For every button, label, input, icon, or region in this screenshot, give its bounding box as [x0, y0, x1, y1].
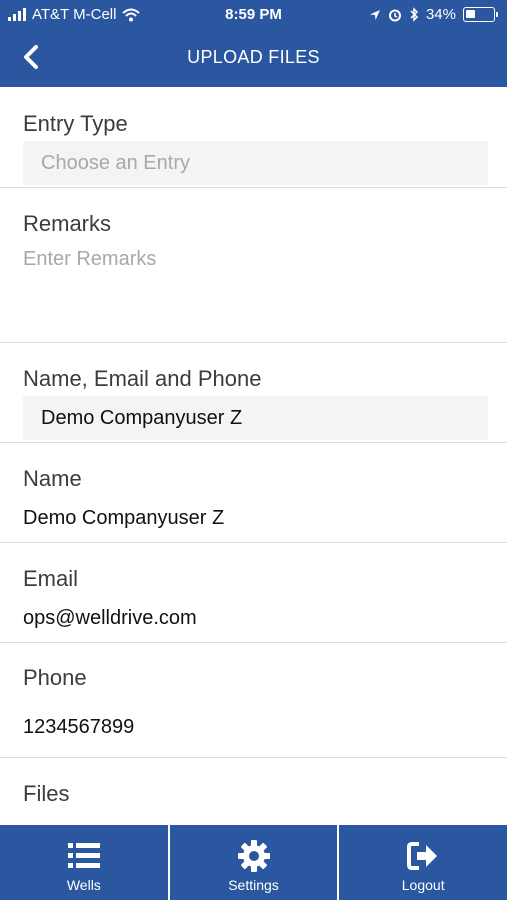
entry-type-label: Entry Type [23, 111, 128, 136]
entry-type-select[interactable]: Choose an Entry [23, 141, 488, 185]
phone-value[interactable]: 1234567899 [23, 716, 134, 739]
name-section: Name Demo Companyuser Z [0, 443, 507, 543]
contact-select[interactable]: Demo Companyuser Z [23, 396, 488, 440]
email-section: Email ops@welldrive.com [0, 543, 507, 643]
remarks-label: Remarks [23, 211, 112, 236]
tab-wells-label: Wells [66, 877, 101, 893]
remarks-section: Remarks Enter Remarks [0, 188, 507, 343]
alarm-icon [388, 9, 401, 21]
gear-icon [237, 840, 270, 872]
tab-settings-label: Settings [228, 877, 279, 893]
tab-settings[interactable]: Settings [170, 825, 340, 900]
remarks-input[interactable]: Enter Remarks [23, 248, 156, 271]
battery-percent: 34% [425, 6, 456, 23]
phone-section: Phone 1234567899 [0, 643, 507, 758]
email-value[interactable]: ops@welldrive.com [23, 607, 197, 630]
upload-form: Entry Type Choose an Entry Remarks Enter… [0, 87, 507, 825]
battery-fill [466, 10, 475, 18]
tab-logout[interactable]: Logout [339, 825, 507, 900]
phone-label: Phone [23, 665, 87, 690]
name-label: Name [23, 466, 82, 491]
email-label: Email [23, 566, 79, 591]
files-section: Files [0, 758, 507, 825]
tab-wells[interactable]: Wells [0, 825, 170, 900]
contact-section: Name, Email and Phone Demo Companyuser Z [0, 343, 507, 443]
tab-logout-label: Logout [401, 877, 445, 893]
location-arrow-icon [369, 9, 380, 20]
battery-icon [463, 7, 498, 22]
name-value[interactable]: Demo Companyuser Z [23, 507, 224, 530]
bluetooth-icon [410, 7, 419, 22]
list-icon [67, 843, 100, 868]
status-right-group: 34% [369, 6, 498, 23]
page-title: UPLOAD FILES [187, 47, 320, 67]
status-bar: AT&T M-Cell 8:59 PM 34% [0, 0, 507, 30]
top-bar: AT&T M-Cell 8:59 PM 34% UPLOAD FILES [0, 0, 507, 87]
contact-label: Name, Email and Phone [23, 366, 262, 391]
logout-icon [407, 842, 438, 870]
bottom-tab-bar: Wells Settings Logout [0, 825, 507, 900]
entry-type-section: Entry Type Choose an Entry [0, 87, 507, 188]
files-label: Files [23, 781, 70, 806]
nav-row: UPLOAD FILES [0, 30, 507, 87]
